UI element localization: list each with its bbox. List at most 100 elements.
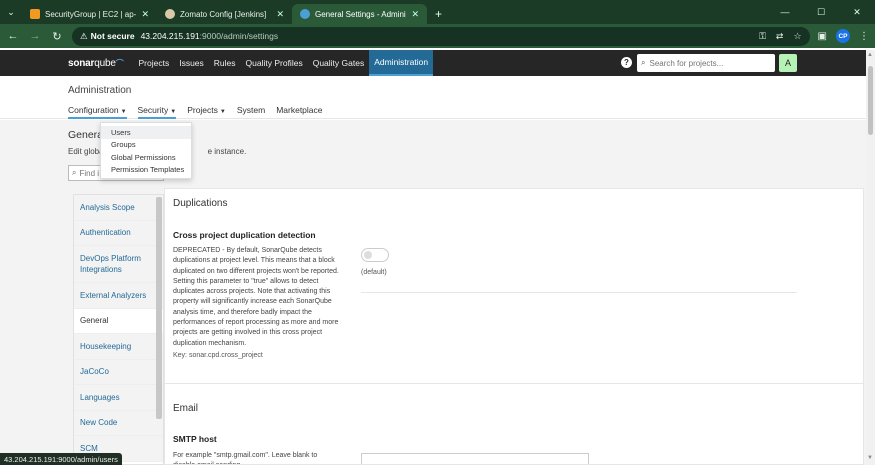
security-dropdown: Users Groups Global Permissions Permissi… xyxy=(100,122,192,179)
reload-icon[interactable]: ↻ xyxy=(50,30,64,43)
sonarqube-logo[interactable]: sonarqube⌒ xyxy=(68,58,124,69)
menu-configuration[interactable]: Configuration ▼ xyxy=(68,105,127,119)
setting-description: DEPRECATED - By default, SonarQube detec… xyxy=(173,247,339,347)
browser-toolbar: ← → ↻ ⚠ Not secure 43.204.215.191:9000/a… xyxy=(0,24,875,48)
project-search-input[interactable] xyxy=(649,58,768,68)
default-label: (default) xyxy=(361,269,387,276)
menu-label: Configuration xyxy=(68,105,119,115)
tab-title: Zomato Config [Jenkins] xyxy=(180,9,267,19)
dropdown-groups[interactable]: Groups xyxy=(101,139,191,152)
page-scrollbar[interactable]: ▲ ▼ xyxy=(866,50,875,465)
scroll-down-icon[interactable]: ▼ xyxy=(867,455,873,461)
key-icon[interactable]: ⚿ xyxy=(759,31,766,42)
page-description-left: Edit globa xyxy=(68,147,104,156)
menu-projects[interactable]: Projects ▼ xyxy=(187,105,226,119)
dropdown-global-permissions[interactable]: Global Permissions xyxy=(101,151,191,164)
nav-administration[interactable]: Administration xyxy=(369,50,434,76)
sonarqube-favicon-icon xyxy=(300,9,310,19)
browser-tab-securitygroup[interactable]: SecurityGroup | EC2 | ap-south ✕ xyxy=(22,4,157,24)
close-window-icon[interactable]: ✕ xyxy=(839,0,875,24)
search-icon: ⌕ xyxy=(72,168,77,177)
setting-description: For example "smtp.gmail.com". Leave blan… xyxy=(173,452,318,464)
close-tab-icon[interactable]: ✕ xyxy=(276,9,284,20)
nav-issues[interactable]: Issues xyxy=(174,50,209,76)
bookmark-star-icon[interactable]: ☆ xyxy=(793,31,801,42)
admin-header: Administration Configuration ▼ Security ▼ … xyxy=(0,76,866,119)
category-devops-platform[interactable]: DevOps Platform Integrations xyxy=(74,246,163,283)
dropdown-permission-templates[interactable]: Permission Templates xyxy=(101,164,191,177)
admin-title: Administration xyxy=(68,85,132,96)
close-tab-icon[interactable]: ✕ xyxy=(411,9,419,20)
url-host: 43.204.215.191 xyxy=(140,31,200,41)
scroll-up-icon[interactable]: ▲ xyxy=(867,52,873,58)
minimize-icon[interactable]: — xyxy=(767,0,803,24)
help-icon[interactable]: ? xyxy=(621,57,632,68)
menu-marketplace[interactable]: Marketplace xyxy=(276,105,322,119)
tab-title: SecurityGroup | EC2 | ap-south xyxy=(45,9,137,19)
category-external-analyzers[interactable]: External Analyzers xyxy=(74,283,163,309)
menu-system[interactable]: System xyxy=(237,105,265,119)
nav-quality-profiles[interactable]: Quality Profiles xyxy=(241,50,308,76)
menu-label: Security xyxy=(137,105,169,115)
browser-tabbar: ⌄ SecurityGroup | EC2 | ap-south ✕ Zomat… xyxy=(0,0,875,24)
profile-avatar[interactable]: CP xyxy=(836,29,850,43)
browser-tab-jenkins[interactable]: Zomato Config [Jenkins] ✕ xyxy=(157,4,292,24)
menu-security[interactable]: Security ▼ xyxy=(137,105,177,119)
category-languages[interactable]: Languages xyxy=(74,385,163,411)
admin-menu: Configuration ▼ Security ▼ Projects ▼ Syste… xyxy=(68,105,323,119)
caret-down-icon: ▼ xyxy=(170,109,177,115)
tab-search-icon[interactable]: ⌄ xyxy=(0,0,22,24)
project-search[interactable]: ⌕ xyxy=(637,54,775,72)
category-scrollbar[interactable] xyxy=(156,197,162,419)
logo-text-sub: qube xyxy=(94,57,116,69)
status-url: 43.204.215.191:9000/admin/users xyxy=(0,453,122,465)
menu-label: Projects xyxy=(187,105,218,115)
user-avatar[interactable]: A xyxy=(779,54,797,72)
url-path: :9000/admin/settings xyxy=(199,31,279,41)
browser-tab-sonarqube[interactable]: General Settings - Administrati ✕ xyxy=(292,4,427,24)
category-analysis-scope[interactable]: Analysis Scope xyxy=(74,195,163,221)
warning-icon: ⚠ xyxy=(80,30,88,41)
category-authentication[interactable]: Authentication xyxy=(74,220,163,246)
divider xyxy=(165,383,863,384)
category-jacoco[interactable]: JaCoCo xyxy=(74,359,163,385)
jenkins-favicon-icon xyxy=(165,9,175,19)
forward-icon[interactable]: → xyxy=(28,30,42,42)
back-icon[interactable]: ← xyxy=(6,30,20,42)
sonarqube-navbar: sonarqube⌒ Projects Issues Rules Quality… xyxy=(0,50,866,76)
translate-icon[interactable]: ⇄ xyxy=(776,31,784,42)
new-tab-button[interactable]: + xyxy=(427,4,450,24)
maximize-icon[interactable]: ☐ xyxy=(803,0,839,24)
category-list: Analysis Scope Authentication DevOps Pla… xyxy=(73,194,164,465)
divider xyxy=(361,292,797,293)
address-bar[interactable]: ⚠ Not secure 43.204.215.191:9000/admin/s… xyxy=(72,26,810,46)
window-controls: — ☐ ✕ xyxy=(767,0,875,24)
tab-title: General Settings - Administrati xyxy=(315,9,406,19)
category-general[interactable]: General xyxy=(74,308,163,334)
dropdown-users[interactable]: Users xyxy=(101,126,191,139)
setting-name: SMTP host xyxy=(173,434,217,444)
caret-down-icon: ▼ xyxy=(120,109,127,115)
category-housekeeping[interactable]: Housekeeping xyxy=(74,334,163,360)
nav-projects[interactable]: Projects xyxy=(134,50,175,76)
setting-key: Key: sonar.cpd.cross_project xyxy=(173,352,263,359)
logo-text-main: sonar xyxy=(68,57,95,69)
logo-wave-icon: ⌒ xyxy=(115,58,124,68)
smtp-host-input[interactable] xyxy=(361,453,589,464)
scrollbar-thumb[interactable] xyxy=(868,66,873,135)
aws-favicon-icon xyxy=(30,9,40,19)
close-tab-icon[interactable]: ✕ xyxy=(141,9,149,20)
caret-down-icon: ▼ xyxy=(219,109,226,115)
nav-quality-gates[interactable]: Quality Gates xyxy=(308,50,370,76)
page-description-right: e instance. xyxy=(207,147,247,156)
cross-project-toggle[interactable] xyxy=(361,248,389,262)
search-icon: ⌕ xyxy=(641,58,646,67)
nav-rules[interactable]: Rules xyxy=(209,50,241,76)
browser-menu-icon[interactable]: ⋮ xyxy=(859,31,869,42)
security-label: Not secure xyxy=(90,31,135,41)
sidepanel-icon[interactable]: ▣ xyxy=(818,31,827,42)
category-new-code[interactable]: New Code xyxy=(74,410,163,436)
settings-panel: Duplications Cross project duplication d… xyxy=(164,188,864,465)
section-title-duplications: Duplications xyxy=(173,198,228,209)
security-indicator[interactable]: ⚠ Not secure xyxy=(80,31,135,42)
